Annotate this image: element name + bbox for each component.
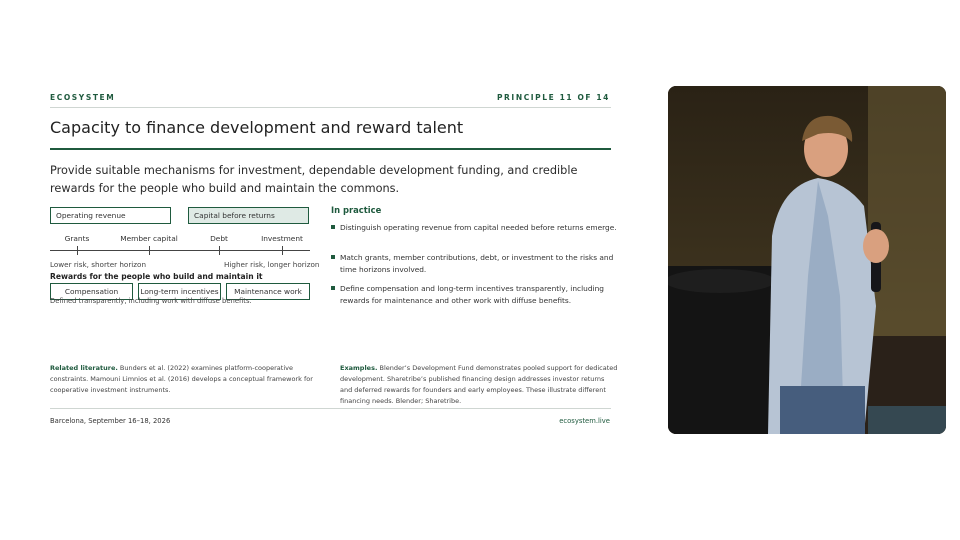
header-divider — [50, 107, 611, 108]
slide-lead: Provide suitable mechanisms for investme… — [50, 164, 578, 195]
presentation-slide: ECOSYSTEM PRINCIPLE 11 OF 14 Capacity to… — [38, 80, 643, 435]
practice-item: Distinguish operating revenue from capit… — [331, 222, 621, 234]
rewards-note: Defined transparently, including work wi… — [50, 297, 252, 305]
event-location-date: Barcelona, September 16–18, 2026 — [50, 417, 171, 425]
rewards-heading: Rewards for the people who build and mai… — [50, 272, 263, 281]
related-literature: Related literature. Bunders et al. (2022… — [50, 364, 313, 394]
scale-high-label: Higher risk, longer horizon — [224, 260, 320, 269]
scale-tick — [77, 246, 78, 255]
in-practice-heading: In practice — [331, 205, 382, 215]
bullet-square-icon — [331, 286, 335, 290]
bullet-square-icon — [331, 225, 335, 229]
practice-item: Match grants, member contributions, debt… — [331, 252, 621, 276]
examples-block: Examples. Blender’s Development Fund dem… — [340, 364, 618, 405]
scale-label-debt: Debt — [210, 234, 228, 243]
scale-label-investment: Investment — [261, 234, 303, 243]
practice-item: Define compensation and long-term incent… — [331, 283, 621, 307]
scale-label-member-capital: Member capital — [120, 234, 178, 243]
event-website: ecosystem.live — [559, 417, 610, 425]
scale-tick — [149, 246, 150, 255]
slide-title: Capacity to finance development and rewa… — [50, 118, 464, 137]
speaker-video — [668, 86, 946, 434]
principle-counter: PRINCIPLE 11 OF 14 — [496, 93, 610, 102]
section-label: ECOSYSTEM — [50, 93, 116, 102]
operating-revenue-box: Operating revenue — [50, 207, 171, 224]
speaker-video-frame — [668, 86, 946, 434]
scale-tick — [282, 246, 283, 255]
capital-before-returns-box: Capital before returns — [188, 207, 309, 224]
bullet-square-icon — [331, 255, 335, 259]
footer-divider — [50, 408, 611, 409]
scale-low-label: Lower risk, shorter horizon — [50, 260, 147, 269]
scale-tick — [219, 246, 220, 255]
scale-label-grants: Grants — [64, 234, 90, 243]
risk-scale-line — [50, 250, 310, 251]
title-underline — [50, 148, 611, 150]
